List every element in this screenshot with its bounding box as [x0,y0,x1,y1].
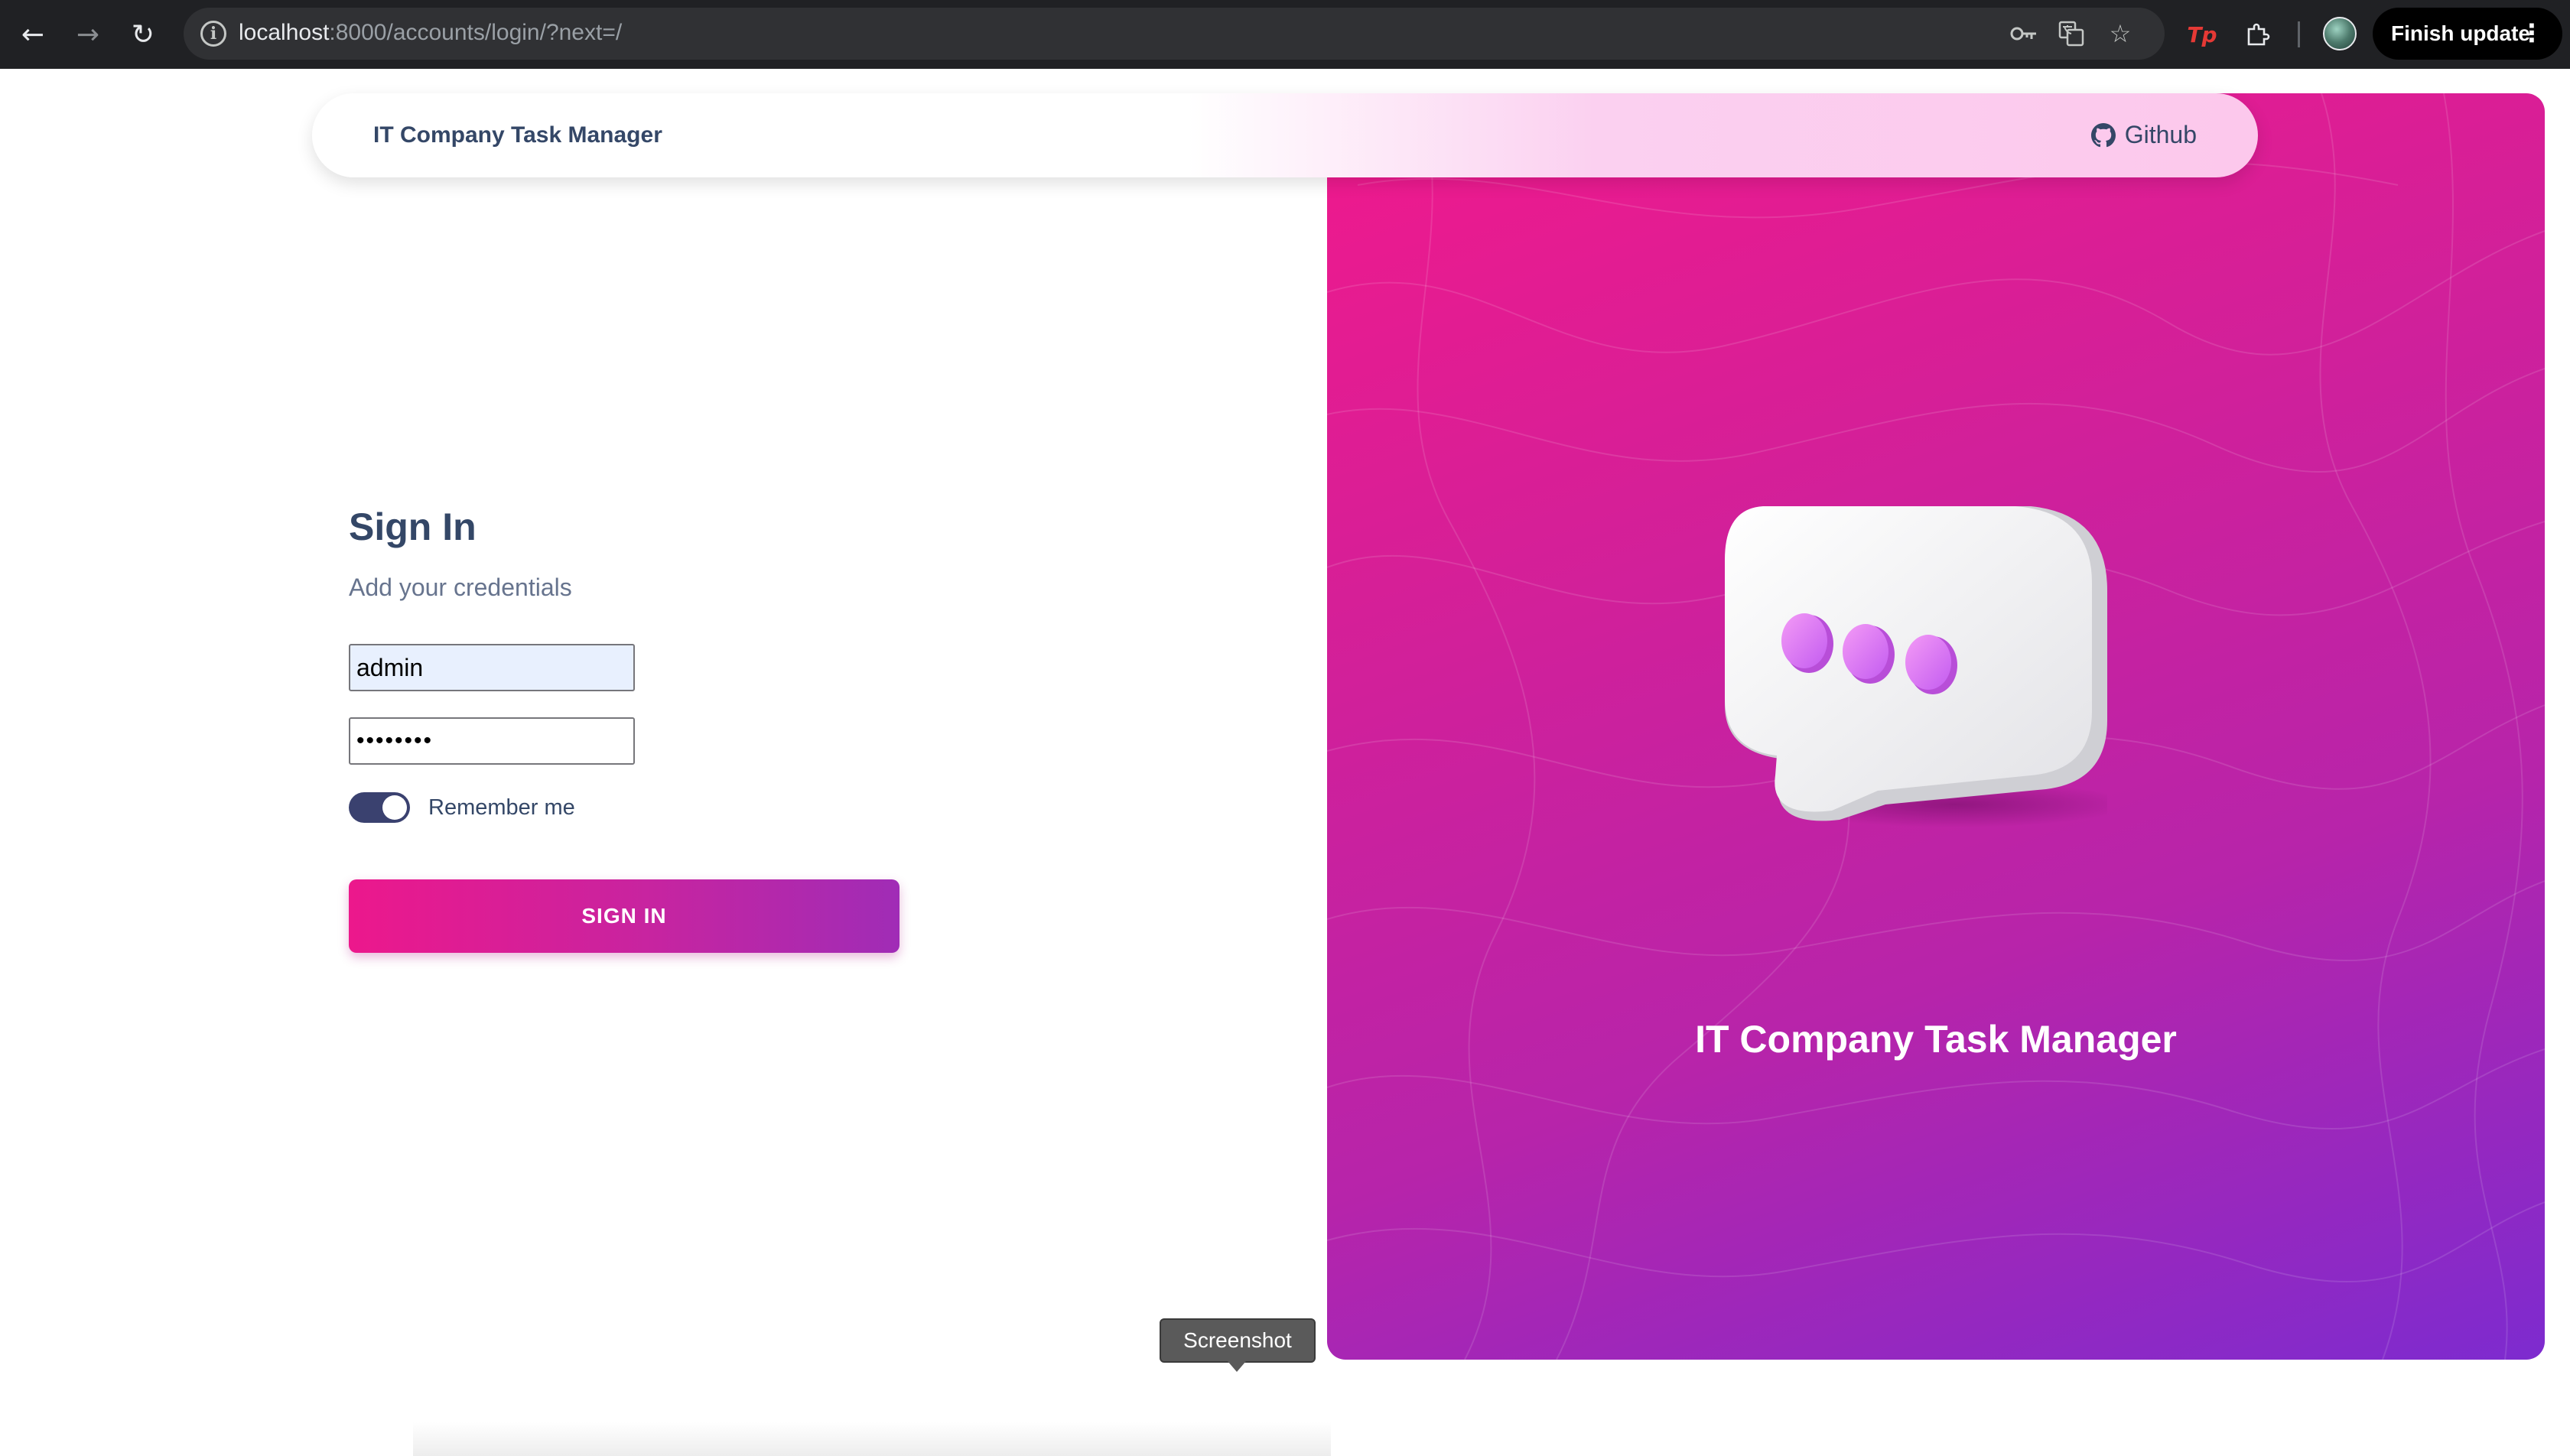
signin-heading: Sign In [349,505,477,548]
profile-avatar[interactable] [2323,17,2357,50]
page-content: IT Company Task Manager IT Company Task … [0,69,2570,1456]
github-icon [2090,122,2116,147]
back-icon[interactable]: ← [14,15,52,54]
hero-title: IT Company Task Manager [1695,1018,2177,1061]
password-input[interactable]: •••••••• [349,717,635,765]
forward-icon[interactable]: → [69,15,107,54]
reload-icon[interactable]: ↻ [124,15,162,54]
top-navbar: IT Company Task Manager Github [312,93,2258,177]
site-info-icon[interactable]: i [200,21,226,47]
username-input[interactable]: admin [349,644,635,691]
extensions-puzzle-icon[interactable] [2238,15,2276,54]
github-label: Github [2124,121,2197,148]
more-menu-icon[interactable]: ⋮ [2520,18,2544,47]
tp-extension-icon[interactable]: Tp [2183,15,2221,54]
password-key-icon[interactable] [2009,18,2039,49]
translate-icon[interactable] [2056,18,2087,49]
screenshot-toolbar-shadow [413,1422,1331,1456]
finish-update-button[interactable]: Finish update ⋮ [2373,8,2562,60]
signin-subtitle: Add your credentials [349,574,572,601]
toolbar-separator [2298,21,2300,47]
screenshot-tooltip: Screenshot [1160,1318,1316,1363]
remember-me-toggle[interactable] [349,792,410,823]
navbar-brand[interactable]: IT Company Task Manager [373,122,662,148]
github-link[interactable]: Github [2090,121,2197,149]
finish-update-label: Finish update [2391,21,2530,45]
address-bar[interactable]: i localhost:8000/accounts/login/?next=/ … [184,8,2165,60]
remember-me-label[interactable]: Remember me [428,795,575,821]
chat-bubble-illustration [1725,506,2107,827]
url-text[interactable]: localhost:8000/accounts/login/?next=/ [239,20,622,46]
bookmark-star-icon[interactable]: ☆ [2105,18,2136,49]
toggle-knob [382,795,407,820]
tooltip-tail [1228,1361,1246,1372]
hero-panel: IT Company Task Manager [1327,93,2545,1360]
browser-toolbar: ← → ↻ i localhost:8000/accounts/login/?n… [0,0,2570,69]
sign-in-button[interactable]: SIGN IN [349,879,899,953]
